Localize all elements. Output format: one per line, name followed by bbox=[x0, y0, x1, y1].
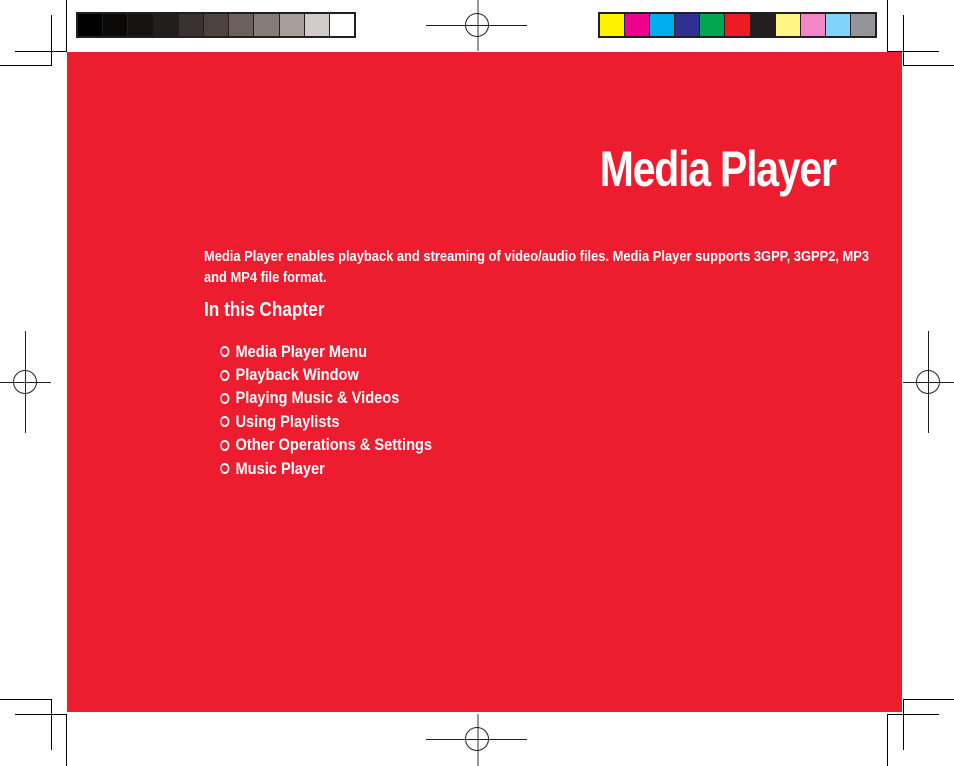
toc-item-label[interactable]: Media Player Menu bbox=[235, 342, 367, 362]
crop-mark-top-right-h2 bbox=[903, 65, 954, 66]
color-swatch bbox=[650, 14, 675, 36]
toc-item-playing-music-videos[interactable]: Playing Music & Videos bbox=[220, 387, 432, 410]
crop-mark-top-left-h1 bbox=[0, 65, 51, 66]
circle-bullet-icon bbox=[220, 463, 230, 475]
grayscale-swatch bbox=[78, 14, 103, 36]
color-swatch bbox=[725, 14, 750, 36]
grayscale-swatch bbox=[279, 14, 304, 36]
color-swatch bbox=[850, 14, 876, 36]
toc-item-label[interactable]: Playback Window bbox=[235, 365, 358, 385]
grayscale-swatch bbox=[229, 14, 254, 36]
grayscale-swatch bbox=[128, 14, 153, 36]
grayscale-swatch bbox=[203, 14, 229, 36]
toc-item-media-player-menu[interactable]: Media Player Menu bbox=[220, 340, 432, 363]
circle-bullet-icon bbox=[220, 416, 230, 428]
crop-mark-bottom-left-h1 bbox=[0, 699, 51, 700]
toc-item-other-operations-settings[interactable]: Other Operations & Settings bbox=[220, 434, 432, 457]
crop-mark-top-right-v2 bbox=[903, 15, 904, 66]
toc-item-using-playlists[interactable]: Using Playlists bbox=[220, 410, 432, 433]
crop-mark-top-right-v1 bbox=[887, 0, 888, 52]
crop-mark-bottom-left-v2 bbox=[66, 714, 67, 766]
crop-mark-top-left-v2 bbox=[66, 0, 67, 52]
color-swatch bbox=[700, 14, 725, 36]
circle-bullet-icon bbox=[220, 369, 230, 381]
toc-item-label[interactable]: Other Operations & Settings bbox=[235, 435, 432, 455]
chapter-contents-heading: In this Chapter bbox=[204, 299, 325, 321]
toc-item-playback-window[interactable]: Playback Window bbox=[220, 363, 432, 386]
crop-mark-top-left-h2 bbox=[15, 51, 66, 52]
grayscale-color-bar bbox=[76, 12, 356, 38]
grayscale-swatch bbox=[329, 14, 355, 36]
chapter-intro-text: Media Player enables playback and stream… bbox=[204, 248, 870, 286]
toc-item-label[interactable]: Using Playlists bbox=[235, 412, 339, 432]
crop-mark-bottom-right-h2 bbox=[888, 714, 939, 715]
color-swatch bbox=[625, 14, 650, 36]
page-title: Media Player bbox=[600, 141, 837, 197]
crop-mark-bottom-right-v2 bbox=[887, 714, 888, 766]
grayscale-swatch bbox=[304, 14, 329, 36]
grayscale-swatch bbox=[103, 14, 128, 36]
crop-mark-bottom-right-v1 bbox=[903, 699, 904, 750]
color-swatch bbox=[750, 14, 775, 36]
grayscale-swatch bbox=[178, 14, 203, 36]
circle-bullet-icon bbox=[220, 392, 230, 404]
toc-item-label[interactable]: Playing Music & Videos bbox=[235, 388, 399, 408]
crop-mark-bottom-right-h1 bbox=[903, 699, 954, 700]
color-swatch bbox=[600, 14, 625, 36]
color-swatch bbox=[675, 14, 700, 36]
chapter-cover-panel: Media Player Media Player enables playba… bbox=[67, 52, 902, 712]
color-swatch bbox=[825, 14, 850, 36]
color-swatch bbox=[775, 14, 800, 36]
circle-bullet-icon bbox=[220, 346, 230, 358]
cmyk-color-bar bbox=[598, 12, 877, 38]
toc-item-music-player[interactable]: Music Player bbox=[220, 457, 432, 480]
circle-bullet-icon bbox=[220, 439, 230, 451]
crop-mark-top-left-v1 bbox=[51, 15, 52, 66]
grayscale-swatch bbox=[153, 14, 178, 36]
crop-mark-bottom-left-v1 bbox=[51, 699, 52, 750]
crop-mark-bottom-left-h2 bbox=[15, 714, 66, 715]
chapter-contents-list: Media Player Menu Playback Window Playin… bbox=[220, 340, 432, 480]
grayscale-swatch bbox=[254, 14, 279, 36]
color-swatch bbox=[800, 14, 825, 36]
toc-item-label[interactable]: Music Player bbox=[235, 459, 324, 479]
